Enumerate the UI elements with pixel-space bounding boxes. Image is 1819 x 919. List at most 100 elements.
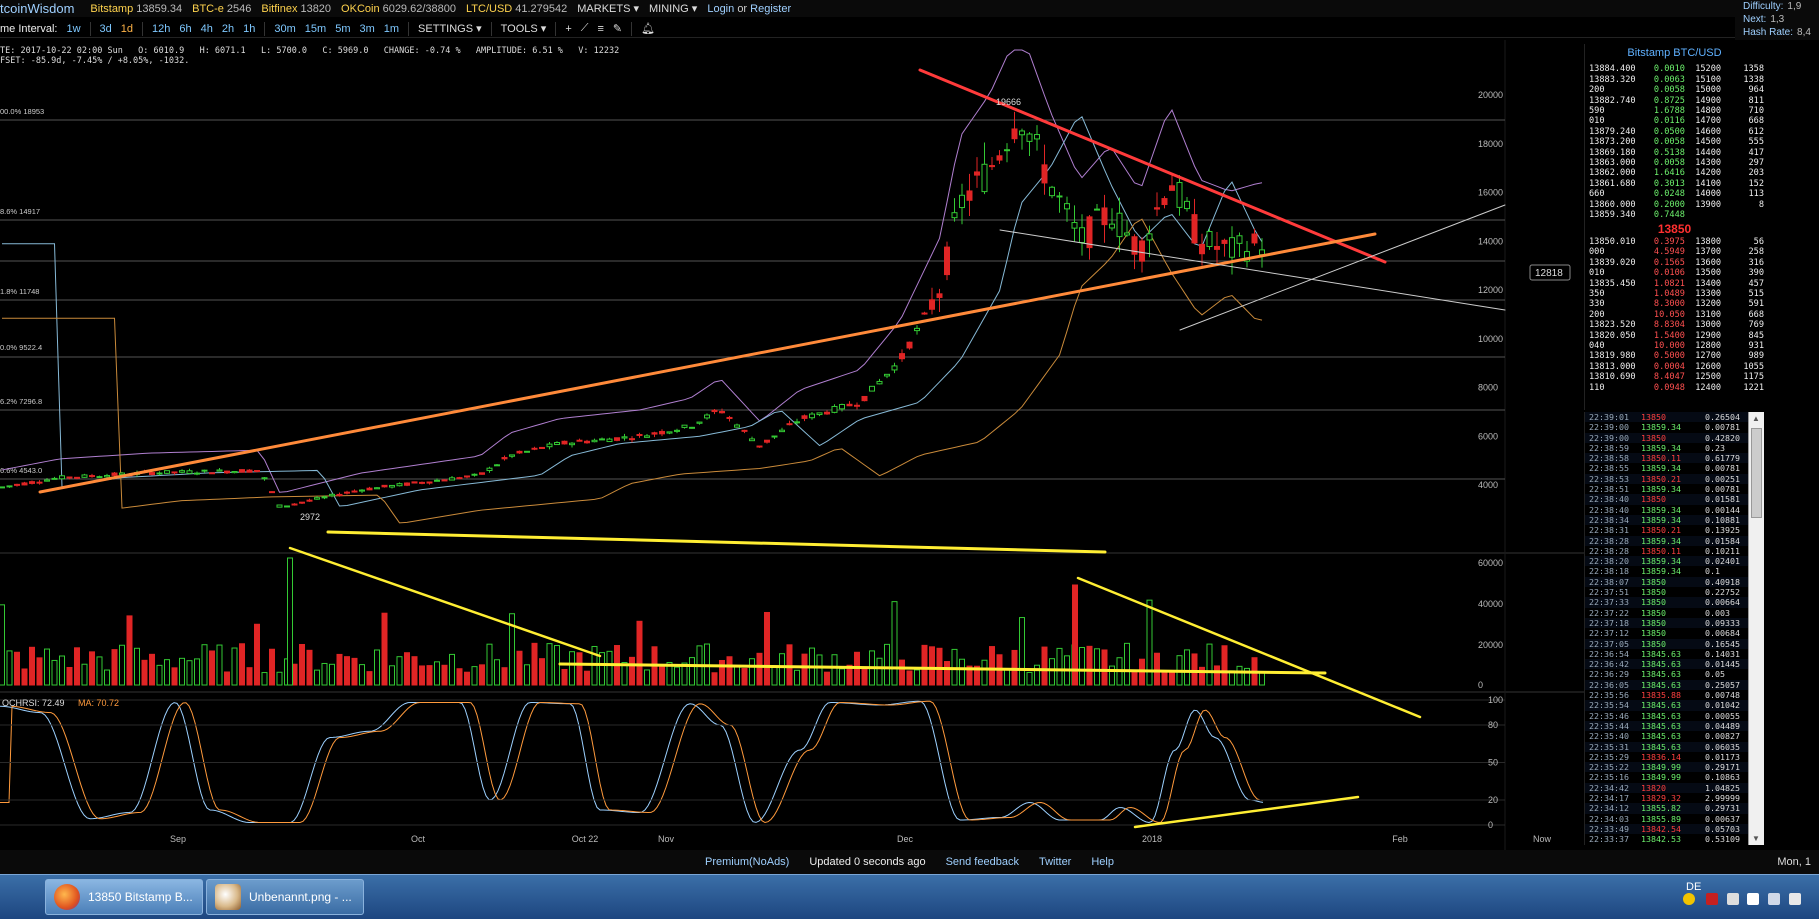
orderbook-title: Bitstamp BTC/USD [1627, 47, 1722, 59]
tray-flag-icon[interactable] [1747, 893, 1759, 905]
register-link[interactable]: Register [750, 3, 791, 15]
toolbar-divider [142, 21, 144, 36]
settings-menu[interactable]: SETTINGS ▾ [418, 22, 482, 35]
language-indicator[interactable]: DE [1686, 881, 1701, 893]
market-bitfinex[interactable]: Bitfinex 13820 [261, 3, 331, 15]
volume-bar [171, 667, 178, 686]
market-ltcusd[interactable]: LTC/USD 41.279542 [466, 3, 567, 15]
volume-bar [1026, 671, 1033, 686]
candle-body [591, 439, 598, 443]
help-link[interactable]: Help [1091, 856, 1114, 868]
interval-15m[interactable]: 15m [305, 23, 326, 35]
tray-network-icon[interactable] [1768, 893, 1780, 905]
draw-line-icon[interactable]: ⟋ [581, 22, 589, 35]
tray-app-icon[interactable] [1683, 893, 1695, 905]
candle-body [1124, 232, 1130, 236]
scroll-thumb[interactable] [1751, 428, 1762, 518]
scroll-down-icon[interactable]: ▼ [1752, 834, 1760, 843]
market-bitstamp[interactable]: Bitstamp 13859.34 [90, 3, 182, 15]
volume-bar [786, 644, 793, 686]
volume-bar [569, 651, 575, 686]
candle-body [1004, 149, 1010, 152]
interval-6h[interactable]: 6h [179, 23, 191, 35]
volume-bar [636, 620, 643, 686]
markets-menu[interactable]: MARKETS ▾ [577, 2, 639, 15]
alert-bell-icon[interactable]: 🔔︎ [641, 22, 655, 35]
candle-body [756, 445, 763, 448]
candle-body [156, 472, 163, 475]
candle-body [186, 470, 193, 474]
volume-bar [794, 669, 800, 686]
candle-body [711, 409, 718, 413]
interval-1h[interactable]: 1h [243, 23, 255, 35]
high-label: 19666 [996, 97, 1021, 107]
premium-link[interactable]: Premium(NoAds) [705, 856, 789, 868]
trade-row: 22:34:12 13855.82 0.29731 [1585, 803, 1764, 814]
brush-icon[interactable]: ✎ [613, 22, 622, 35]
volume-bar [29, 646, 35, 686]
candle-body [989, 165, 995, 168]
taskbar-firefox[interactable]: 13850 Bitstamp B... [45, 879, 203, 915]
trendline [1179, 204, 1506, 331]
volume-bar [44, 648, 50, 686]
candle-body [1259, 249, 1265, 256]
scroll-up-icon[interactable]: ▲ [1752, 414, 1760, 423]
next-value: 1,3 [1770, 14, 1785, 25]
interval-12h[interactable]: 12h [152, 23, 170, 35]
trade-row: 22:37:22 13850 0.003 [1589, 607, 1730, 618]
rsi-axis-label: 100 [1488, 695, 1503, 705]
volume-bar [531, 642, 538, 686]
interval-1d[interactable]: 1d [121, 23, 133, 35]
volume-bar [584, 670, 590, 686]
volume-bar [51, 659, 58, 686]
interval-1m[interactable]: 1m [384, 23, 399, 35]
interval-2h[interactable]: 2h [222, 23, 234, 35]
update-status: Updated 0 seconds ago [809, 856, 926, 868]
interval-5m[interactable]: 5m [335, 23, 350, 35]
tray-volume-icon[interactable] [1789, 893, 1801, 905]
twitter-link[interactable]: Twitter [1039, 856, 1071, 868]
candle-body [1049, 186, 1055, 197]
candle-body [854, 404, 860, 407]
orderbook-row: 13862.000 1.6416 14200 203 [1589, 168, 1765, 179]
volume-bar [359, 664, 365, 686]
crosshair-icon[interactable]: + [565, 23, 571, 35]
interval-30m[interactable]: 30m [274, 23, 295, 35]
login-link[interactable]: Login [707, 3, 734, 15]
taskbar-paint[interactable]: Unbenannt.png - ... [206, 879, 364, 915]
market-btce[interactable]: BTC-e 2546 [192, 3, 251, 15]
candle-body [614, 437, 620, 441]
candle-info-line1: TE: 2017-10-22 02:00 Sun O: 6010.9 H: 60… [0, 46, 620, 56]
candle-body [96, 476, 103, 479]
candle-body [824, 411, 830, 415]
interval-3d[interactable]: 3d [100, 23, 112, 35]
market-okcoin[interactable]: OKCoin 6029.62/38800 [341, 3, 456, 15]
tray-adobe-icon[interactable] [1706, 893, 1718, 905]
volume-bar [764, 611, 770, 686]
mining-menu[interactable]: MINING ▾ [649, 2, 697, 15]
trades-scrollbar[interactable]: ▲ ▼ [1748, 412, 1764, 845]
candle-body [269, 491, 275, 494]
candle-body [389, 484, 395, 488]
feedback-link[interactable]: Send feedback [946, 856, 1019, 868]
tools-menu[interactable]: TOOLS ▾ [501, 22, 547, 35]
candle-body [764, 439, 770, 443]
orderbook-row: 13861.680 0.3013 14100 152 [1589, 178, 1765, 189]
trade-row: 22:36:54 13845.63 0.14031 [1589, 648, 1740, 659]
fib-label: 00.0% 18953 [0, 107, 44, 116]
interval-1w[interactable]: 1w [66, 23, 80, 35]
site-logo[interactable]: tcoinWisdom [0, 1, 74, 16]
trade-row: 22:38:58 13850.11 0.61779 [1585, 453, 1764, 464]
candle-body [456, 477, 463, 480]
candle-body [1206, 231, 1213, 247]
price-chart[interactable]: 00.0% 18953 8.6% 14917 1.8% 11748 0.0% 9522… [0, 40, 1584, 850]
volume-bar [141, 659, 148, 686]
trade-row: 22:38:18 13859.34 0.1 [1589, 566, 1720, 577]
volume-bar [539, 658, 545, 686]
tray-device-icon[interactable] [1727, 893, 1739, 905]
horizontal-lines-icon[interactable]: ≡ [597, 23, 603, 35]
interval-3m[interactable]: 3m [359, 23, 374, 35]
candle-body [1034, 134, 1040, 140]
interval-4h[interactable]: 4h [201, 23, 213, 35]
candle-body [344, 491, 350, 494]
